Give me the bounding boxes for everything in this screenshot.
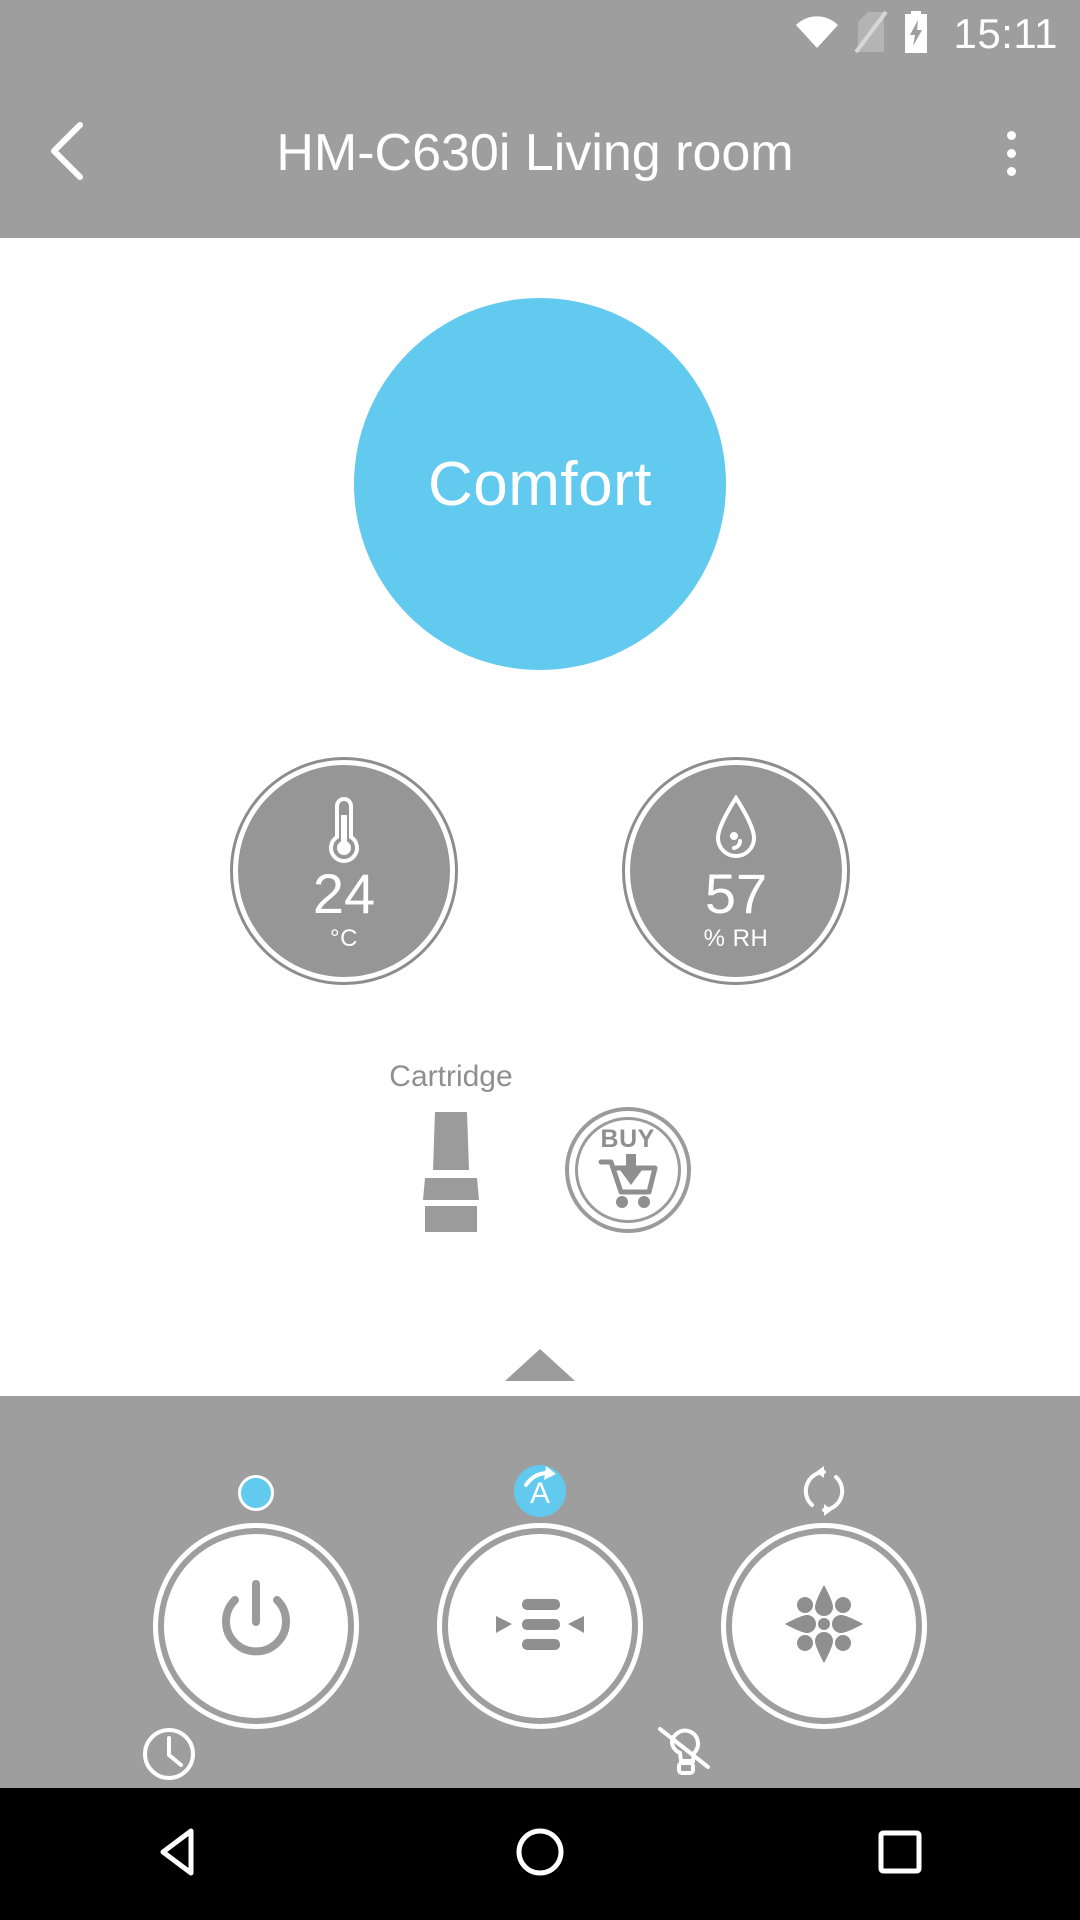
power-status-indicator: [238, 1470, 274, 1516]
battery-charging-icon: [902, 10, 930, 59]
power-button[interactable]: [153, 1523, 359, 1729]
led-dot: [238, 1475, 274, 1511]
fan-speed-button[interactable]: [437, 1523, 643, 1729]
cartridge-label: Cartridge: [389, 1060, 513, 1093]
circle-home-icon: [514, 1826, 566, 1883]
page-title: HM-C630i Living room: [276, 124, 794, 182]
temperature-unit: °C: [330, 925, 358, 952]
buy-label: BUY: [600, 1125, 655, 1153]
nav-recents-button[interactable]: [840, 1809, 960, 1899]
power-icon: [213, 1578, 299, 1675]
mode-label: Comfort: [428, 449, 652, 519]
timer-clock-icon[interactable]: [140, 1725, 198, 1788]
cartridge-row: Cartridge BUY: [0, 1060, 1080, 1239]
app-screen: 15:11 HM-C630i Living room Comfort 24 °C…: [0, 0, 1080, 1920]
android-nav-bar: [0, 1788, 1080, 1920]
nav-home-button[interactable]: [480, 1809, 600, 1899]
chevron-left-icon: [47, 120, 91, 187]
square-recents-icon: [876, 1828, 924, 1881]
humidify-button[interactable]: [721, 1523, 927, 1729]
humidify-control: [721, 1465, 927, 1729]
fan-speed-levels-icon: [488, 1589, 592, 1664]
nav-back-button[interactable]: [120, 1809, 240, 1899]
shopping-cart-download-icon: [595, 1152, 661, 1213]
buy-cartridge-button[interactable]: BUY: [564, 1107, 691, 1233]
svg-text:A: A: [530, 1477, 550, 1510]
expand-panel-button[interactable]: [0, 1345, 1080, 1388]
mode-bubble[interactable]: Comfort: [354, 298, 726, 670]
power-control: [143, 1470, 359, 1780]
temperature-value: 24: [312, 862, 376, 925]
water-drop-icon: [710, 793, 762, 865]
main-content: Comfort 24 °C 57 % RH Cartridge BUY: [0, 238, 1080, 1396]
back-button[interactable]: [26, 110, 112, 196]
cartridge-icon: [403, 1110, 499, 1239]
app-bar: HM-C630i Living room: [0, 68, 1080, 238]
cycle-mode-indicator: [797, 1465, 851, 1516]
cartridge-status[interactable]: Cartridge: [389, 1060, 513, 1239]
overflow-menu-button[interactable]: [968, 110, 1054, 196]
cycle-rotate-icon: [797, 1464, 851, 1523]
status-clock: 15:11: [953, 10, 1058, 57]
humidify-flower-icon: [779, 1579, 869, 1674]
temperature-dial[interactable]: 24 °C: [230, 757, 458, 985]
humidity-dial[interactable]: 57 % RH: [622, 757, 850, 985]
more-vertical-icon: [1006, 130, 1016, 176]
humidity-value: 57: [704, 862, 768, 925]
thermometer-icon: [322, 793, 366, 865]
control-panel: A: [0, 1396, 1080, 1788]
auto-mode-icon: A: [512, 1463, 568, 1524]
status-icon-group: 15:11: [794, 10, 1059, 59]
light-off-icon[interactable]: [650, 1717, 714, 1786]
triangle-back-icon: [157, 1827, 203, 1882]
humidity-unit: % RH: [703, 925, 769, 952]
sensor-row: 24 °C 57 % RH: [0, 757, 1080, 985]
chevron-up-icon: [503, 1345, 577, 1388]
status-bar: 15:11: [0, 0, 1080, 68]
fan-speed-control: A: [437, 1464, 710, 1775]
sim-card-off-icon: [853, 10, 888, 59]
auto-mode-indicator: A: [512, 1464, 568, 1517]
wifi-icon: [794, 14, 840, 55]
